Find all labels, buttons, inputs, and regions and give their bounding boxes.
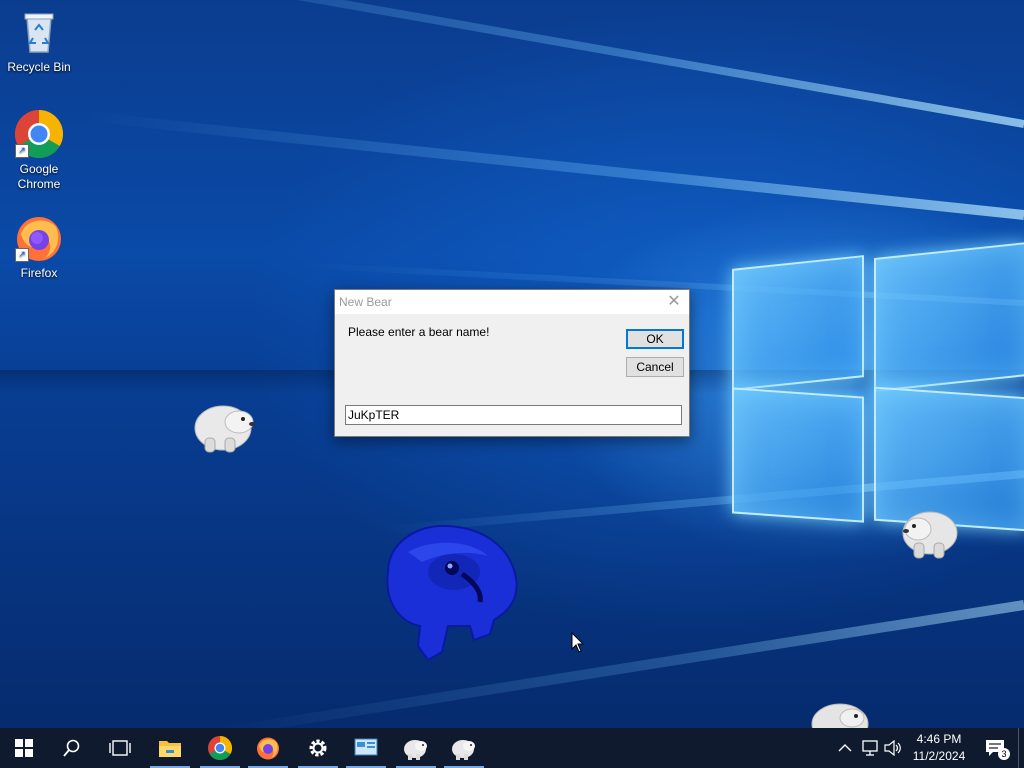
polar-bear-pet[interactable]: [193, 398, 257, 461]
control-panel-icon: [354, 738, 378, 756]
taskbar-control-panel[interactable]: [342, 728, 390, 768]
search-button[interactable]: [48, 728, 96, 768]
bear-name-input[interactable]: JuKpTER: [345, 405, 682, 425]
cancel-button[interactable]: Cancel: [626, 357, 684, 377]
new-bear-dialog: New Bear ✕ Please enter a bear name! OK …: [334, 289, 690, 437]
firefox-icon: ↗: [15, 214, 63, 262]
chrome-icon: [208, 736, 232, 760]
bear-icon: [452, 740, 475, 760]
action-center-button[interactable]: 3: [980, 728, 1010, 768]
ok-button[interactable]: OK: [626, 329, 684, 349]
file-explorer-icon: [159, 741, 181, 757]
taskbar-bear-app[interactable]: [440, 728, 488, 768]
speaker-icon: [884, 740, 901, 756]
close-icon[interactable]: ✕: [659, 290, 689, 314]
desktop-icon-label: Google Chrome: [17, 162, 61, 191]
search-icon: [63, 739, 80, 757]
polar-bear-pet[interactable]: [900, 505, 962, 568]
volume-button[interactable]: [884, 728, 902, 768]
taskbar-bear-app[interactable]: [392, 728, 440, 768]
taskbar-chrome[interactable]: [196, 728, 244, 768]
desktop-icon-label: Recycle Bin: [7, 60, 71, 74]
blue-bear-pet[interactable]: [378, 522, 520, 667]
show-hidden-icons-button[interactable]: [838, 728, 852, 768]
bear-icon: [404, 740, 427, 760]
taskbar-settings[interactable]: [294, 728, 342, 768]
taskbar-firefox[interactable]: [244, 728, 292, 768]
desktop-icon-firefox[interactable]: ↗ Firefox: [1, 214, 77, 281]
polar-bear-pet[interactable]: [808, 702, 870, 728]
desktop-icon-chrome[interactable]: ↗ Google Chrome: [1, 109, 77, 192]
recycle-bin-icon: [15, 8, 63, 56]
firefox-icon: [257, 737, 279, 760]
task-view-icon: [109, 740, 131, 756]
start-icon: [15, 739, 33, 757]
network-icon: [862, 740, 878, 756]
taskbar: 4:46 PM 11/2/2024 3: [0, 728, 1024, 768]
start-button[interactable]: [0, 728, 48, 768]
task-view-button[interactable]: [96, 728, 144, 768]
mouse-cursor-icon: [571, 631, 585, 659]
desktop-icon-recycle-bin[interactable]: Recycle Bin: [1, 8, 77, 75]
notification-count-badge: 3: [998, 748, 1010, 760]
clock-date: 11/2/2024: [912, 749, 966, 763]
chevron-up-icon: [838, 744, 852, 752]
clock-time: 4:46 PM: [916, 732, 962, 746]
network-button[interactable]: [862, 728, 880, 768]
show-desktop-button[interactable]: [1018, 728, 1024, 768]
clock[interactable]: 4:46 PM 11/2/2024: [904, 731, 974, 765]
desktop-icon-label: Firefox: [20, 266, 58, 280]
chrome-icon: ↗: [14, 109, 64, 159]
settings-icon: [309, 739, 327, 757]
dialog-title: New Bear: [339, 295, 392, 309]
dialog-message: Please enter a bear name!: [348, 325, 490, 339]
dialog-title-bar[interactable]: New Bear ✕: [335, 290, 689, 314]
taskbar-file-explorer[interactable]: [146, 728, 194, 768]
